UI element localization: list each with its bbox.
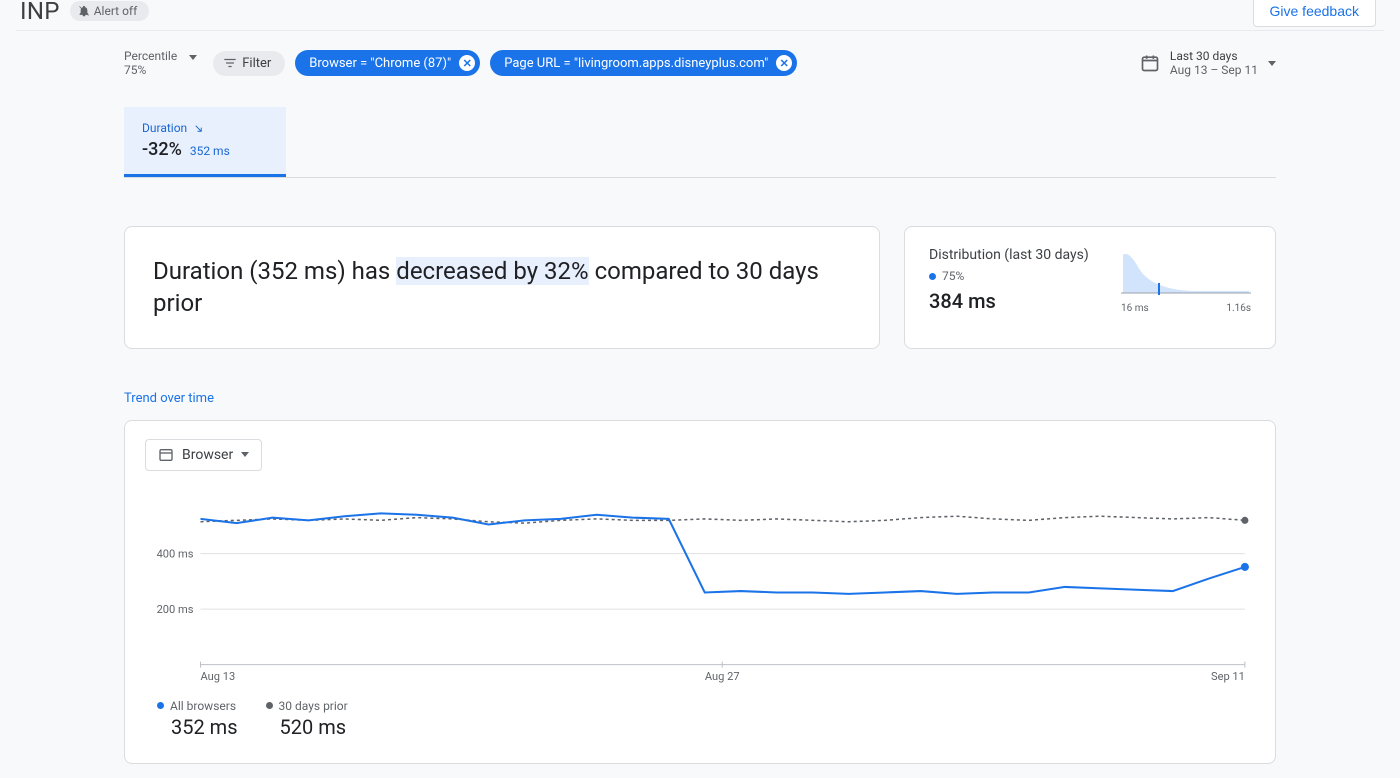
alert-status-label: Alert off [94, 4, 138, 18]
browser-filter-chip[interactable]: Browser = "Chrome (87)" ✕ [295, 50, 480, 76]
percentile-value: 75% [124, 63, 177, 77]
svg-text:Sep 11: Sep 11 [1211, 670, 1245, 683]
filter-chip[interactable]: Filter [213, 51, 285, 76]
distribution-card: Distribution (last 30 days) 75% 384 ms 1… [904, 226, 1276, 349]
date-range-label: Last 30 days [1170, 49, 1258, 63]
page-title: INP [20, 0, 60, 25]
trend-chart-card: Browser 400 ms 200 ms Aug 13 Aug 27 Sep … [124, 420, 1276, 764]
tab-label: Duration [142, 121, 187, 135]
summary-card: Duration (352 ms) has decreased by 32% c… [124, 226, 880, 349]
date-range-value: Aug 13 – Sep 11 [1170, 63, 1258, 77]
percentile-label: Percentile [124, 49, 177, 63]
svg-text:200 ms: 200 ms [157, 603, 194, 616]
dot-icon [929, 273, 936, 280]
distribution-title: Distribution (last 30 days) [929, 247, 1089, 263]
date-range-picker[interactable]: Last 30 days Aug 13 – Sep 11 [1140, 49, 1276, 77]
arrow-down-right-icon [193, 123, 204, 134]
filter-icon [223, 56, 237, 70]
bell-off-icon [78, 5, 90, 17]
tab-duration[interactable]: Duration -32% 352 ms [124, 107, 286, 177]
dot-icon [157, 702, 164, 709]
summary-highlight: decreased by 32% [396, 257, 588, 285]
trend-section-title: Trend over time [124, 391, 1276, 406]
summary-prefix: Duration (352 ms) has [153, 257, 396, 285]
trend-line-chart: 400 ms 200 ms Aug 13 Aug 27 Sep 11 [145, 483, 1255, 685]
close-icon[interactable]: ✕ [459, 55, 475, 71]
svg-text:Aug 27: Aug 27 [705, 670, 740, 683]
browser-box-icon [158, 447, 174, 463]
dist-axis-max: 1.16s [1226, 303, 1251, 314]
alert-off-chip[interactable]: Alert off [70, 1, 150, 21]
chip-browser-label: Browser = "Chrome (87)" [309, 56, 451, 71]
percentile-selector[interactable]: Percentile 75% [124, 49, 197, 77]
give-feedback-button[interactable]: Give feedback [1253, 0, 1377, 27]
distribution-value: 384 ms [929, 289, 1089, 313]
distribution-percentile: 75% [942, 269, 964, 283]
filter-label: Filter [242, 56, 271, 71]
legend-prior-label: 30 days prior [279, 699, 348, 713]
tab-percent: -32% [142, 139, 182, 160]
tab-underline [124, 177, 1276, 178]
svg-text:400 ms: 400 ms [157, 547, 194, 560]
browser-dropdown-label: Browser [182, 447, 233, 463]
tab-ms: 352 ms [190, 144, 230, 158]
chip-url-label: Page URL = "livingroom.apps.disneyplus.c… [504, 56, 768, 71]
chevron-down-icon [1268, 61, 1276, 66]
close-icon[interactable]: ✕ [776, 55, 792, 71]
summary-text: Duration (352 ms) has decreased by 32% c… [153, 255, 851, 320]
url-filter-chip[interactable]: Page URL = "livingroom.apps.disneyplus.c… [490, 50, 797, 76]
calendar-icon [1140, 53, 1160, 73]
chevron-down-icon [189, 55, 197, 60]
legend-all-value: 352 ms [157, 715, 238, 739]
legend-prior-value: 520 ms [266, 715, 348, 739]
distribution-histogram [1121, 247, 1251, 295]
chevron-down-icon [241, 452, 249, 457]
browser-dropdown[interactable]: Browser [145, 439, 262, 471]
dist-axis-min: 16 ms [1121, 303, 1149, 314]
legend-all-label: All browsers [170, 699, 236, 713]
svg-text:Aug 13: Aug 13 [201, 670, 236, 683]
header-divider [16, 30, 1384, 31]
dot-icon [266, 702, 273, 709]
